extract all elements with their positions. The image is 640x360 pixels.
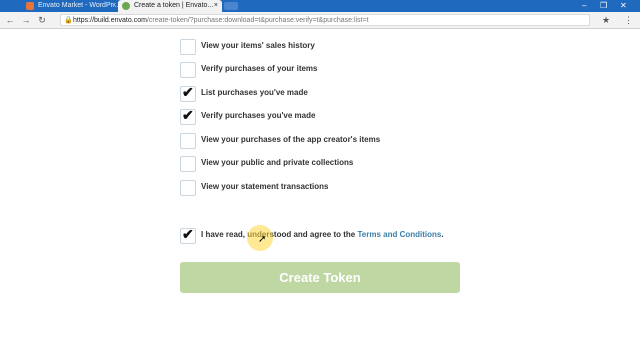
close-tab-icon[interactable]: × xyxy=(214,0,218,12)
terms-prefix: I have read, understood and agree to the xyxy=(201,230,358,239)
browser-toolbar: ← → ↻ 🔒 https://build.envato.com/create-… xyxy=(0,12,640,29)
terms-link[interactable]: Terms and Conditions xyxy=(357,230,441,239)
permission-checkbox[interactable] xyxy=(180,180,196,196)
envato-favicon-icon xyxy=(26,2,34,10)
close-window-icon[interactable]: ✕ xyxy=(620,0,627,12)
permission-label: Verify purchases you've made xyxy=(201,111,316,120)
forward-icon[interactable]: → xyxy=(20,13,32,27)
permission-label: View your statement transactions xyxy=(201,182,329,191)
tab-label: Create a token | Envato... xyxy=(134,2,214,9)
checkmark-icon: ✔ xyxy=(182,84,194,100)
minimize-icon[interactable]: – xyxy=(582,0,586,12)
checkmark-icon: ✔ xyxy=(182,107,194,123)
checkmark-icon: ✔ xyxy=(182,226,194,242)
back-icon[interactable]: ← xyxy=(4,13,16,27)
permission-checkbox[interactable] xyxy=(180,156,196,172)
permission-label: View your purchases of the app creator's… xyxy=(201,135,381,144)
permission-label: View your public and private collections xyxy=(201,158,354,167)
bookmark-star-icon[interactable]: ★ xyxy=(602,13,610,27)
create-token-button[interactable]: Create Token xyxy=(180,262,460,293)
url-host: https://build.envato.com xyxy=(73,17,147,24)
mouse-cursor-icon: ➚ xyxy=(258,234,267,245)
permission-checkbox[interactable] xyxy=(180,133,196,149)
tab-envato-market[interactable]: Envato Market - WordPr... × xyxy=(22,0,120,12)
permission-label: View your items' sales history xyxy=(201,41,315,50)
permission-checkbox[interactable] xyxy=(180,39,196,55)
terms-suffix: . xyxy=(441,230,444,239)
browser-tab-strip: Envato Market - WordPr... × Create a tok… xyxy=(0,0,640,12)
tab-create-token[interactable]: Create a token | Envato... × xyxy=(118,0,222,12)
permission-label: List purchases you've made xyxy=(201,88,308,97)
url-path: /create-token/?purchase:download=t&purch… xyxy=(146,17,369,24)
terms-label: I have read, understood and agree to the… xyxy=(201,229,444,241)
terms-checkbox[interactable]: ✔ xyxy=(180,226,196,244)
new-tab-button[interactable] xyxy=(224,2,238,10)
permission-checkbox[interactable]: ✔ xyxy=(180,84,196,102)
permission-label: Verify purchases of your items xyxy=(201,64,318,73)
permission-checkbox[interactable] xyxy=(180,62,196,78)
envato-leaf-favicon-icon xyxy=(122,2,130,10)
browser-menu-icon[interactable]: ⋮ xyxy=(624,13,633,27)
address-bar[interactable]: 🔒 https://build.envato.com/create-token/… xyxy=(60,14,590,26)
tab-label: Envato Market - WordPr... xyxy=(38,2,119,9)
reload-icon[interactable]: ↻ xyxy=(36,13,48,27)
permission-checkbox[interactable]: ✔ xyxy=(180,107,196,125)
maximize-icon[interactable]: ❐ xyxy=(600,0,607,12)
lock-icon: 🔒 xyxy=(64,17,73,24)
close-tab-icon[interactable]: × xyxy=(112,0,116,12)
